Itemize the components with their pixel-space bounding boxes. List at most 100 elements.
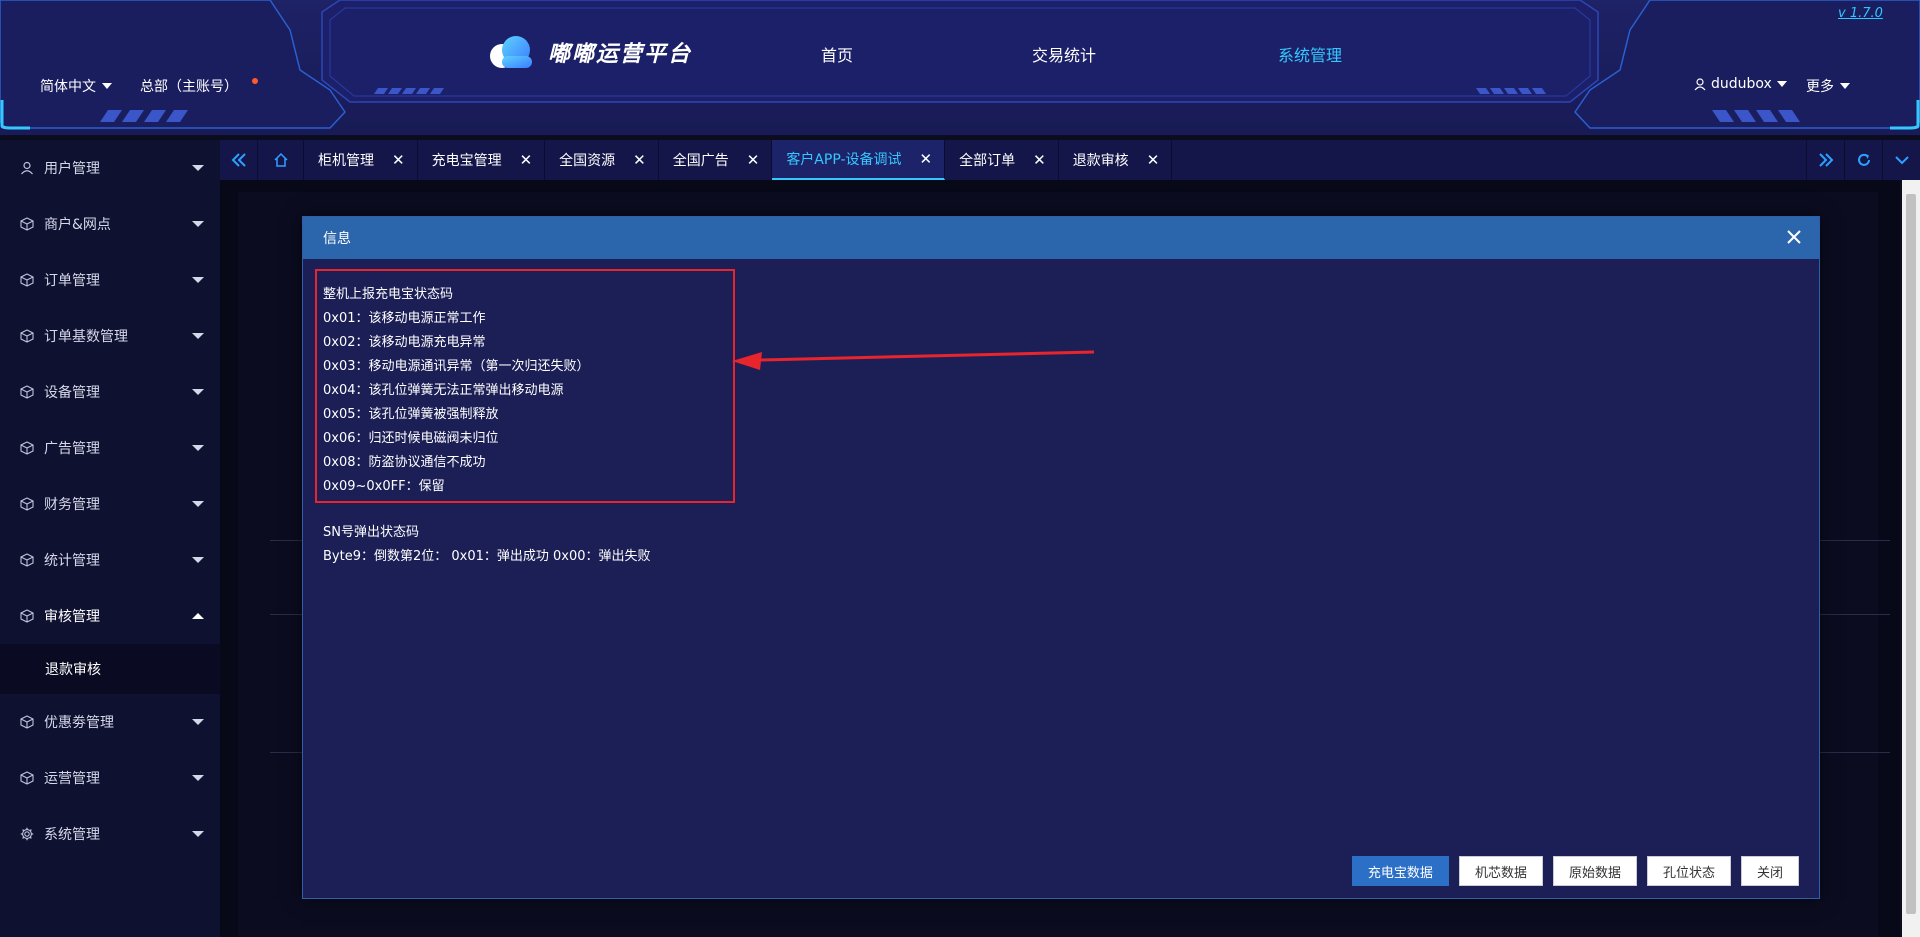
highlight-box — [315, 269, 735, 503]
close-icon[interactable]: ✕ — [747, 151, 760, 169]
close-icon[interactable]: ✕ — [920, 150, 933, 168]
tab-label: 全部订单 — [959, 153, 1016, 169]
sidebar-item-coupons[interactable]: 优惠劵管理 — [0, 694, 220, 750]
tab-refund-audit[interactable]: 退款审核 ✕ — [1059, 140, 1173, 180]
chevron-down-icon — [192, 221, 204, 227]
sidebar-item-label: 订单基数管理 — [44, 329, 128, 345]
cube-icon — [20, 385, 34, 399]
chevron-down-icon — [1894, 156, 1909, 165]
core-data-button[interactable]: 机芯数据 — [1458, 856, 1543, 886]
chevron-down-icon — [1840, 83, 1850, 89]
tab-national-resources[interactable]: 全国资源 ✕ — [545, 140, 659, 180]
tab-all-orders[interactable]: 全部订单 ✕ — [945, 140, 1059, 180]
top-header: 嘟嘟运营平台 首页 交易统计 系统管理 v 1.7.0 简体中文 总部（主账号）… — [0, 0, 1920, 136]
tab-label: 全国广告 — [672, 153, 729, 169]
language-label: 简体中文 — [40, 79, 96, 95]
close-icon[interactable]: ✕ — [520, 151, 533, 169]
sidebar-item-system[interactable]: 系统管理 — [0, 806, 220, 862]
chevron-down-icon — [192, 557, 204, 563]
version-link[interactable]: v 1.7.0 — [1838, 6, 1883, 21]
tab-home[interactable] — [258, 140, 304, 180]
nav-transaction-stats[interactable]: 交易统计 — [1032, 42, 1096, 66]
slot-status-button[interactable]: 孔位状态 — [1646, 856, 1731, 886]
tab-menu-button[interactable] — [1882, 140, 1920, 180]
chevron-down-icon — [1776, 81, 1787, 87]
brand-logo[interactable]: 嘟嘟运营平台 — [486, 30, 692, 74]
double-chevron-left-icon — [231, 153, 246, 167]
tab-national-ads[interactable]: 全国广告 ✕ — [659, 140, 773, 180]
chevron-down-icon — [192, 501, 204, 507]
sidebar-item-ads[interactable]: 广告管理 — [0, 420, 220, 476]
user-icon — [1694, 77, 1706, 90]
close-icon[interactable]: ✕ — [1147, 151, 1160, 169]
close-icon[interactable]: ✕ — [633, 151, 646, 169]
sidebar-item-order-base[interactable]: 订单基数管理 — [0, 308, 220, 364]
username: dudubox — [1711, 76, 1772, 92]
cube-icon — [20, 553, 34, 567]
cube-icon — [20, 715, 34, 729]
tab-label: 客户APP-设备调试 — [786, 152, 902, 168]
cube-icon — [20, 329, 34, 343]
brand-title: 嘟嘟运营平台 — [548, 42, 693, 67]
chevron-down-icon — [192, 831, 204, 837]
tab-powerbank[interactable]: 充电宝管理 ✕ — [418, 140, 546, 180]
close-icon[interactable]: ✕ — [1033, 151, 1046, 169]
tab-label: 充电宝管理 — [431, 153, 502, 169]
sidebar-item-merchants[interactable]: 商户&网点 — [0, 196, 220, 252]
sidebar-item-label: 财务管理 — [44, 497, 100, 513]
nav-home[interactable]: 首页 — [821, 42, 853, 66]
gear-icon — [20, 827, 34, 841]
scrollbar-thumb[interactable] — [1906, 194, 1916, 914]
more-menu[interactable]: 更多 — [1806, 76, 1850, 96]
cube-icon — [20, 771, 34, 785]
chevron-down-icon — [192, 389, 204, 395]
sidebar-subitem-refund-audit[interactable]: 退款审核 — [0, 644, 220, 694]
sidebar-item-orders[interactable]: 订单管理 — [0, 252, 220, 308]
tab-label: 全国资源 — [559, 153, 616, 169]
sidebar-item-statistics[interactable]: 统计管理 — [0, 532, 220, 588]
close-button[interactable]: 关闭 — [1740, 856, 1799, 886]
close-icon[interactable] — [1783, 226, 1805, 248]
sidebar-item-label: 优惠劵管理 — [44, 715, 114, 731]
powerbank-data-button[interactable]: 充电宝数据 — [1351, 856, 1449, 886]
chevron-down-icon — [192, 775, 204, 781]
refresh-button[interactable] — [1844, 140, 1882, 180]
dialog-header: 信息 — [303, 217, 1819, 259]
dialog-title: 信息 — [323, 231, 351, 247]
sidebar: 用户管理 商户&网点 订单管理 订单基数管理 设备管理 广告管理 财务管理 统计… — [0, 140, 220, 937]
cloud-logo-icon — [490, 36, 532, 68]
sn-code-line: Byte9：倒数第2位： 0x01：弹出成功 0x00：弹出失败 — [323, 549, 651, 564]
chevron-down-icon — [102, 83, 112, 89]
tab-cabinet[interactable]: 柜机管理 ✕ — [304, 140, 418, 180]
vertical-scrollbar[interactable] — [1902, 180, 1920, 937]
chevron-down-icon — [192, 333, 204, 339]
sidebar-item-devices[interactable]: 设备管理 — [0, 364, 220, 420]
sidebar-item-audit[interactable]: 审核管理 — [0, 588, 220, 644]
scroll-left-button[interactable] — [220, 140, 258, 180]
scroll-right-button[interactable] — [1806, 140, 1844, 180]
sidebar-item-operations[interactable]: 运营管理 — [0, 750, 220, 806]
tab-device-debug[interactable]: 客户APP-设备调试 ✕ — [772, 140, 946, 180]
sidebar-item-label: 商户&网点 — [44, 217, 111, 233]
close-icon[interactable]: ✕ — [392, 151, 405, 169]
tab-label: 柜机管理 — [318, 153, 374, 169]
home-icon — [273, 152, 288, 167]
notification-dot — [252, 78, 258, 84]
language-selector[interactable]: 简体中文 — [40, 76, 112, 96]
account-label: 总部（主账号） — [140, 79, 238, 95]
sidebar-item-label: 广告管理 — [44, 441, 100, 457]
chevron-down-icon — [192, 165, 204, 171]
chevron-down-icon — [192, 277, 204, 283]
dialog-footer: 充电宝数据 机芯数据 原始数据 孔位状态 关闭 — [1351, 856, 1799, 886]
raw-data-button[interactable]: 原始数据 — [1552, 856, 1637, 886]
refresh-icon — [1857, 153, 1870, 166]
sidebar-item-user-management[interactable]: 用户管理 — [0, 140, 220, 196]
nav-system-management[interactable]: 系统管理 — [1278, 42, 1342, 66]
user-menu[interactable]: dudubox — [1694, 76, 1787, 92]
chevron-up-icon — [192, 613, 204, 619]
sidebar-item-label: 设备管理 — [44, 385, 100, 401]
tab-bar: 柜机管理 ✕ 充电宝管理 ✕ 全国资源 ✕ 全国广告 ✕ 客户APP-设备调试 ✕ 全部订… — [220, 140, 1920, 180]
double-chevron-right-icon — [1818, 153, 1833, 167]
sidebar-item-finance[interactable]: 财务管理 — [0, 476, 220, 532]
more-label: 更多 — [1806, 79, 1834, 95]
